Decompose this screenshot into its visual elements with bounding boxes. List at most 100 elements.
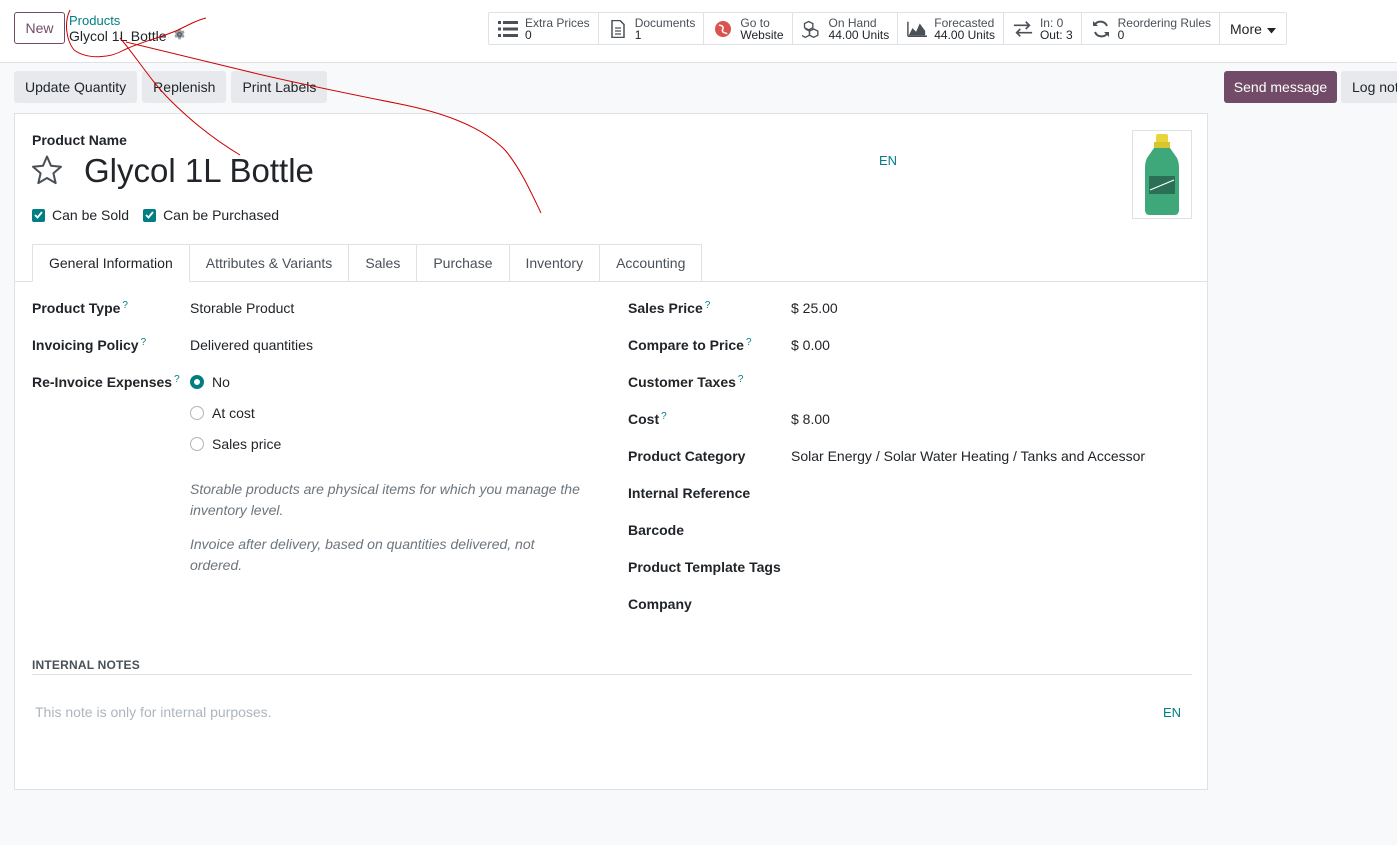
caret-down-icon	[1266, 23, 1276, 35]
radio-empty-icon	[190, 405, 204, 420]
product-name-field[interactable]: Glycol 1L Bottle	[84, 152, 314, 190]
reordering-rules-button[interactable]: Reordering Rules 0	[1082, 13, 1221, 44]
tab-sales[interactable]: Sales	[349, 244, 418, 282]
internal-notes-heading: INTERNAL NOTES	[32, 658, 140, 672]
update-quantity-button[interactable]: Update Quantity	[14, 71, 138, 103]
notebook-tabs: General Information Attributes & Variant…	[32, 244, 703, 282]
extra-prices-value: 0	[525, 27, 532, 42]
radio-empty-icon	[190, 436, 204, 451]
document-icon	[607, 19, 629, 39]
breadcrumb-products-link[interactable]: Products	[69, 13, 120, 28]
product-name-label: Product Name	[32, 132, 127, 148]
can-be-sold-checkbox[interactable]: Can be Sold	[32, 207, 129, 223]
checkmark-icon	[143, 208, 157, 222]
reordering-rules-value: 0	[1117, 27, 1125, 42]
help-tooltip-icon[interactable]: ?	[122, 300, 128, 316]
radio-option-at-cost[interactable]: At cost	[190, 397, 281, 428]
breadcrumb-current: Glycol 1L Bottle	[69, 28, 186, 44]
in-count: In: 0	[1039, 15, 1064, 30]
cubes-icon	[801, 19, 823, 39]
documents-button[interactable]: Documents 1	[599, 13, 705, 44]
area-chart-icon	[906, 19, 928, 39]
tab-inventory[interactable]: Inventory	[509, 244, 601, 282]
list-icon	[497, 19, 519, 39]
breadcrumb-current-label: Glycol 1L Bottle	[69, 28, 167, 44]
left-field-group: Product Type? Storable Product Invoicing…	[32, 300, 592, 576]
forecasted-button[interactable]: Forecasted 44.00 Units	[898, 13, 1004, 44]
internal-notes-divider	[32, 674, 1192, 675]
form-sheet: Product Name Glycol 1L Bottle EN Can be …	[14, 113, 1208, 790]
tab-accounting[interactable]: Accounting	[600, 244, 703, 282]
cost-field[interactable]: $ 8.00	[791, 411, 830, 427]
send-message-button[interactable]: Send message	[1224, 71, 1337, 103]
in-out-button[interactable]: In: 0 Out: 3	[1004, 13, 1082, 44]
product-type-field[interactable]: Storable Product	[190, 300, 294, 316]
internal-notes-field[interactable]: This note is only for internal purposes.	[35, 704, 272, 720]
product-image[interactable]	[1132, 130, 1192, 219]
log-note-button[interactable]: Log note	[1341, 71, 1397, 103]
documents-label: Documents	[634, 15, 696, 30]
help-tooltip-icon[interactable]: ?	[705, 300, 711, 316]
print-labels-button[interactable]: Print Labels	[231, 71, 328, 103]
star-favorite-icon[interactable]	[31, 154, 63, 186]
language-switch[interactable]: EN	[879, 153, 897, 168]
smart-buttons-bar: Extra Prices 0 Documents 1 Go to Website On…	[488, 12, 1287, 45]
gear-icon[interactable]	[173, 28, 186, 44]
can-be-sold-label: Can be Sold	[52, 207, 130, 223]
sales-price-field[interactable]: $ 25.00	[791, 300, 838, 316]
internal-reference-label: Internal Reference	[628, 485, 751, 501]
invoicing-policy-label: Invoicing Policy?	[32, 337, 147, 353]
radio-option-no[interactable]: No	[190, 366, 281, 397]
tab-general-information[interactable]: General Information	[32, 244, 190, 282]
more-dropdown[interactable]: More	[1220, 13, 1286, 44]
on-hand-label: On Hand	[828, 15, 877, 30]
globe-icon	[712, 19, 734, 39]
help-tooltip-icon[interactable]: ?	[746, 337, 752, 353]
product-category-label: Product Category	[628, 448, 746, 464]
checkmark-icon	[32, 208, 45, 222]
control-panel: New Products Glycol 1L Bottle Extra Pric…	[0, 0, 1397, 63]
bottle-icon	[1145, 133, 1179, 215]
refresh-icon	[1090, 19, 1112, 39]
on-hand-button[interactable]: On Hand 44.00 Units	[793, 13, 899, 44]
sales-price-label: Sales Price?	[628, 300, 711, 316]
help-tooltip-icon[interactable]: ?	[141, 337, 147, 353]
radio-option-sales-price[interactable]: Sales price	[190, 428, 281, 459]
invoicing-help-text: Invoice after delivery, based on quantit…	[190, 536, 535, 573]
reordering-rules-label: Reordering Rules	[1117, 15, 1212, 30]
notes-language-switch[interactable]: EN	[1163, 705, 1181, 720]
help-tooltip-icon[interactable]: ?	[174, 374, 180, 459]
extra-prices-label: Extra Prices	[525, 15, 590, 30]
template-tags-label: Product Template Tags	[628, 559, 781, 575]
reinvoice-radio-group: No At cost Sales price	[190, 366, 281, 459]
replenish-button[interactable]: Replenish	[142, 71, 227, 103]
help-tooltip-icon[interactable]: ?	[738, 374, 744, 390]
compare-price-label: Compare to Price?	[628, 337, 752, 353]
reinvoice-expenses-label: Re-Invoice Expenses?	[32, 374, 190, 459]
on-hand-value: 44.00 Units	[828, 27, 890, 42]
company-label: Company	[628, 596, 692, 612]
invoicing-policy-field[interactable]: Delivered quantities	[190, 337, 313, 353]
extra-prices-button[interactable]: Extra Prices 0	[489, 13, 599, 44]
go-to-website-button[interactable]: Go to Website	[704, 13, 793, 44]
sale-purchase-checkboxes: Can be Sold Can be Purchased	[32, 207, 279, 223]
tab-attributes-variants[interactable]: Attributes & Variants	[189, 244, 350, 282]
forecasted-value: 44.00 Units	[934, 27, 995, 42]
customer-taxes-label: Customer Taxes?	[628, 374, 744, 390]
more-label: More	[1230, 20, 1262, 37]
action-buttons: Update Quantity Replenish Print Labels	[14, 71, 328, 103]
radio-selected-icon	[190, 374, 204, 389]
product-category-field[interactable]: Solar Energy / Solar Water Heating / Tan…	[791, 448, 1146, 464]
forecasted-label: Forecasted	[934, 15, 995, 30]
compare-price-field[interactable]: $ 0.00	[791, 337, 830, 353]
tab-purchase[interactable]: Purchase	[417, 244, 510, 282]
new-button[interactable]: New	[14, 12, 65, 44]
can-be-purchased-checkbox[interactable]: Can be Purchased	[143, 207, 279, 223]
website-label: Website	[740, 27, 784, 42]
product-type-help-text: Storable products are physical items for…	[190, 481, 580, 518]
can-be-purchased-label: Can be Purchased	[163, 207, 280, 223]
go-to-label: Go to	[740, 15, 770, 30]
right-field-group: Sales Price? $ 25.00 Compare to Price? $ 0…	[628, 300, 1188, 633]
out-count: Out: 3	[1039, 27, 1073, 42]
help-tooltip-icon[interactable]: ?	[661, 411, 667, 427]
